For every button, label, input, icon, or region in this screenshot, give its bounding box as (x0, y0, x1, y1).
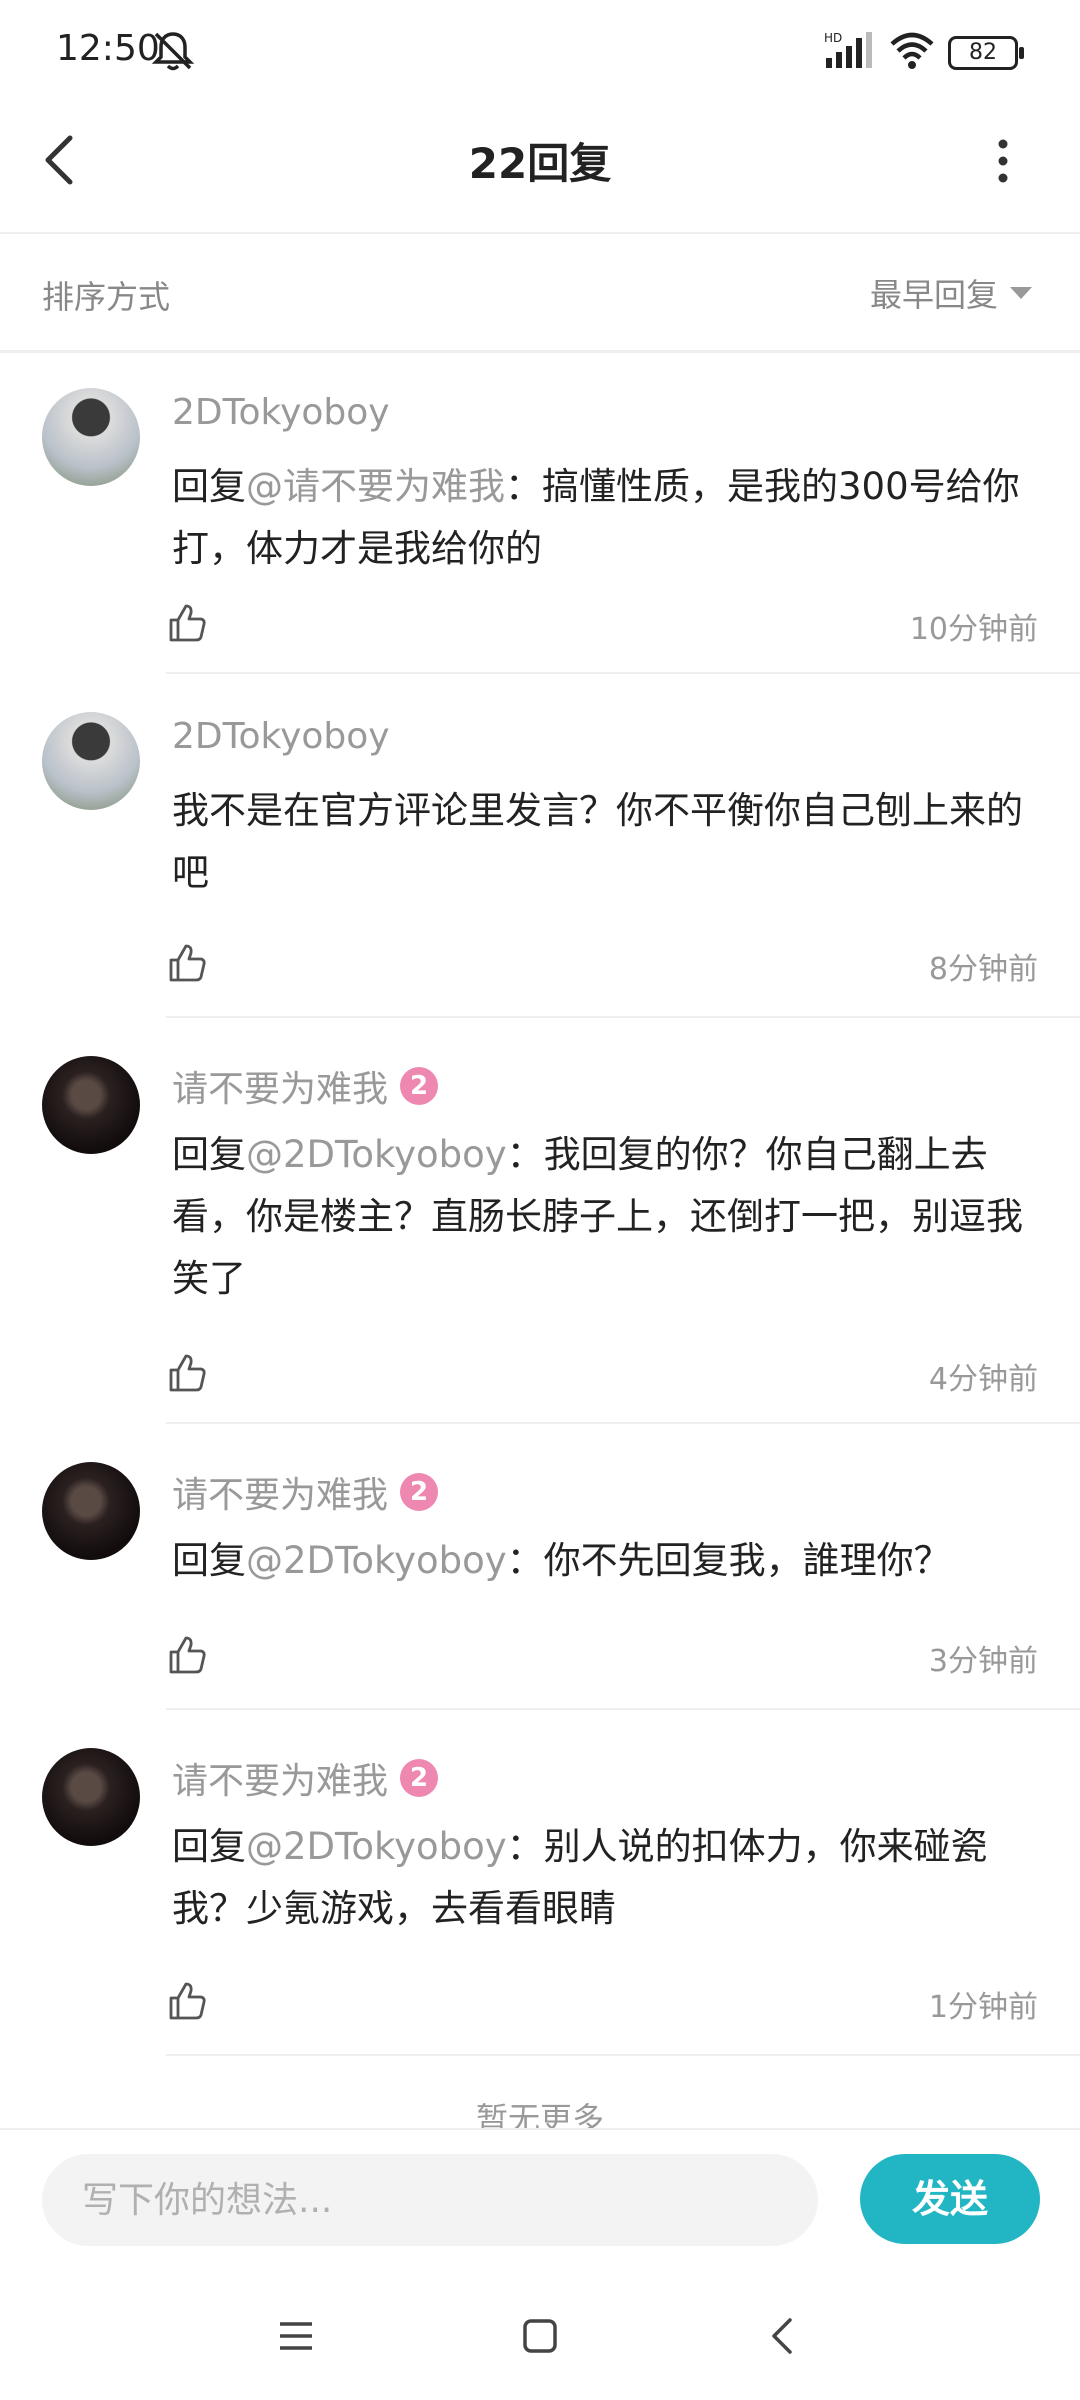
thumbs-up-icon[interactable] (166, 602, 208, 644)
network-label: HD (824, 31, 842, 45)
sort-label: 排序方式 (42, 278, 171, 316)
no-more-label: 暂无更多 (475, 2100, 604, 2130)
comment-composer: 发送 (0, 2128, 1080, 2272)
status-time: 12:50 (56, 28, 160, 69)
author-name: 请不要为难我 (172, 1069, 389, 1110)
author-name: 请不要为难我 (172, 1475, 389, 1516)
battery-indicator: 82 (948, 36, 1024, 70)
send-button[interactable]: 发送 (860, 2154, 1040, 2244)
nav-back-icon[interactable] (754, 2306, 814, 2366)
mention-link[interactable]: @2DTokyoboy (246, 1825, 507, 1868)
comment-time: 8分钟前 (928, 952, 1038, 987)
comment-author[interactable]: 请不要为难我 2 (172, 1752, 439, 1804)
comment-author[interactable]: 2DTokyoboy (172, 716, 390, 757)
level-badge: 2 (400, 1759, 439, 1797)
comment-time: 4分钟前 (928, 1362, 1038, 1397)
comment-body: 我不是在官方评论里发言？你不平衡你自己刨上来的吧 (172, 789, 1023, 894)
more-options-icon[interactable] (988, 136, 1018, 186)
wifi-icon (890, 32, 934, 69)
comment-author[interactable]: 请不要为难我 2 (172, 1060, 439, 1112)
comment-text: 回复@2DTokyoboy：你不先回复我，誰理你？ (172, 1530, 1042, 1592)
menu-icon[interactable] (266, 2306, 326, 2366)
caret-down-icon (1010, 287, 1032, 299)
system-nav-bar (0, 2270, 1080, 2400)
comment-text: 回复@2DTokyoboy：我回复的你？你自己翻上去看，你是楼主？直肠长脖子上，… (172, 1124, 1042, 1310)
comment-text: 我不是在官方评论里发言？你不平衡你自己刨上来的吧 (172, 780, 1042, 904)
comment-time: 1分钟前 (928, 1990, 1038, 2025)
thumbs-up-icon[interactable] (166, 1634, 208, 1676)
comment-text: 回复@请不要为难我：搞懂性质，是我的300号给你打，体力才是我给你的 (172, 456, 1042, 580)
avatar[interactable] (42, 1056, 140, 1154)
signal-icon: HD (824, 31, 872, 68)
reply-prefix: 回复 (172, 1133, 246, 1176)
reply-prefix: 回复 (172, 1825, 246, 1868)
avatar[interactable] (42, 1748, 140, 1846)
avatar[interactable] (42, 712, 140, 810)
comment-author[interactable]: 2DTokyoboy (172, 392, 390, 433)
comment-item: 请不要为难我 2 回复@2DTokyoboy：我回复的你？你自己翻上去看，你是楼… (0, 1018, 1080, 1424)
mute-bell-icon (151, 32, 195, 71)
mention-link[interactable]: @2DTokyoboy (246, 1539, 507, 1582)
avatar[interactable] (42, 388, 140, 486)
divider (166, 2054, 1080, 2056)
comment-item: 请不要为难我 2 回复@2DTokyoboy：别人说的扣体力，你来碰瓷我？少氪游… (0, 1710, 1080, 2056)
author-name: 请不要为难我 (172, 1761, 389, 1802)
page-title: 22回复 (468, 139, 612, 188)
thumbs-up-icon[interactable] (166, 1980, 208, 2022)
comment-author[interactable]: 请不要为难我 2 (172, 1466, 439, 1518)
sort-bar: 排序方式 最早回复 (0, 234, 1080, 353)
comment-text: 回复@2DTokyoboy：别人说的扣体力，你来碰瓷我？少氪游戏，去看看眼睛 (172, 1816, 1042, 1940)
comment-input[interactable] (42, 2154, 818, 2246)
comment-time: 3分钟前 (928, 1644, 1038, 1679)
comment-item: 2DTokyoboy 我不是在官方评论里发言？你不平衡你自己刨上来的吧 8分钟前 (0, 674, 1080, 1018)
comment-time: 10分钟前 (909, 612, 1038, 647)
reply-prefix: 回复 (172, 465, 246, 508)
mention-link[interactable]: @2DTokyoboy (246, 1133, 507, 1176)
avatar[interactable] (42, 1462, 140, 1560)
sort-selected-value: 最早回复 (869, 276, 998, 314)
author-name: 2DTokyoboy (172, 716, 390, 757)
level-badge: 2 (400, 1473, 439, 1511)
comment-item: 请不要为难我 2 回复@2DTokyoboy：你不先回复我，誰理你？ 3分钟前 (0, 1424, 1080, 1710)
sort-dropdown[interactable]: 最早回复 (870, 270, 1032, 316)
thumbs-up-icon[interactable] (166, 942, 208, 984)
author-name: 2DTokyoboy (172, 392, 390, 433)
mention-link[interactable]: @请不要为难我 (246, 465, 505, 508)
level-badge: 2 (400, 1067, 439, 1105)
top-app-bar: 22回复 (0, 100, 1080, 234)
comment-body: ：你不先回复我，誰理你？ (506, 1539, 951, 1582)
thumbs-up-icon[interactable] (166, 1352, 208, 1394)
comment-item: 2DTokyoboy 回复@请不要为难我：搞懂性质，是我的300号给你打，体力才… (0, 350, 1080, 674)
reply-prefix: 回复 (172, 1539, 246, 1582)
home-icon[interactable] (510, 2306, 570, 2366)
status-bar: 12:50 HD 82 (0, 0, 1080, 100)
